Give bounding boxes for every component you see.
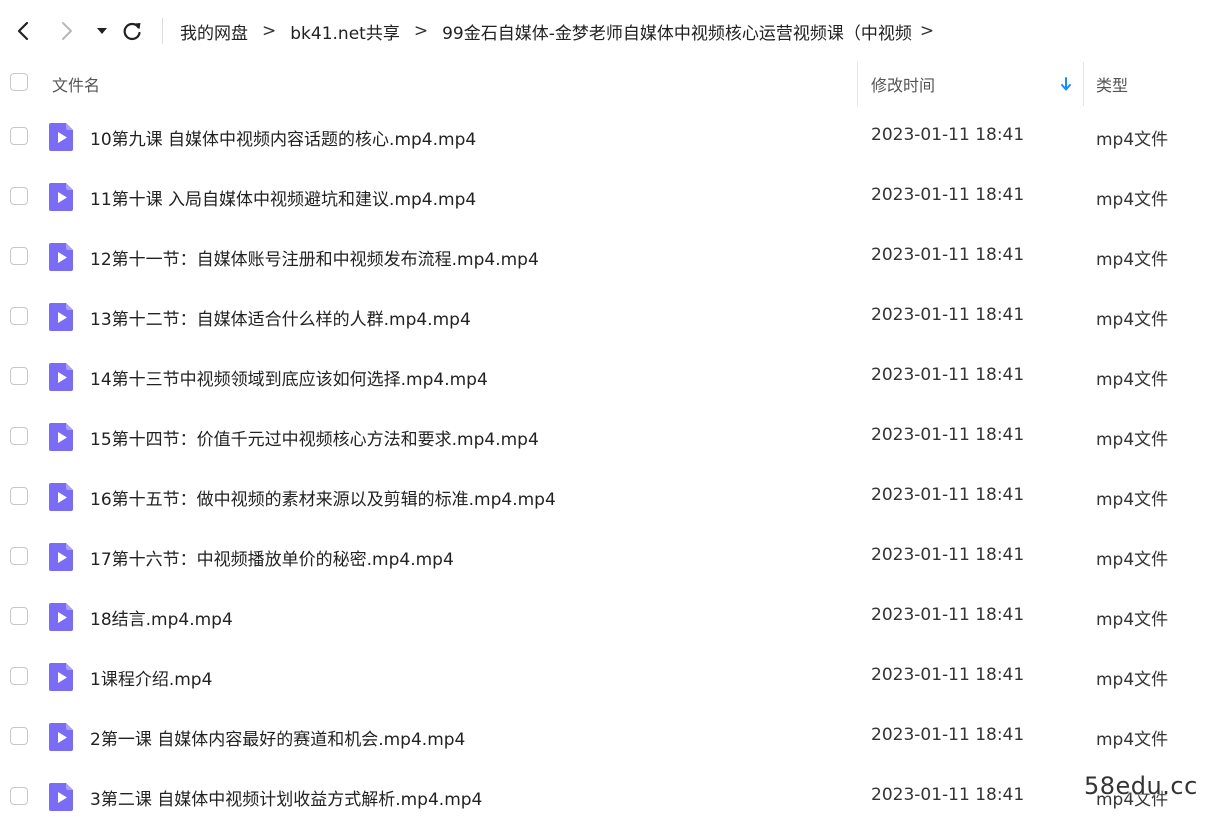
row-checkbox[interactable] [10,487,28,505]
breadcrumb-item-shared[interactable]: bk41.net共享 [290,19,400,44]
file-modified-time: 2023-01-11 18:41 [871,365,1025,385]
file-modified-time: 2023-01-11 18:41 [871,425,1025,445]
file-name[interactable]: 15第十四节：价值千元过中视频核心方法和要求.mp4.mp4 [90,425,539,450]
file-type: mp4文件 [1096,310,1169,330]
file-row[interactable]: 16第十五节：做中视频的素材来源以及剪辑的标准.mp4.mp4 2023-01-… [0,466,1220,526]
breadcrumb: 我的网盘 > bk41.net共享 > 99金石自媒体-金梦老师自媒体中视频核心… [180,18,934,44]
column-divider[interactable] [1083,62,1084,106]
video-file-icon [49,783,73,811]
toolbar-divider [162,18,163,44]
file-row[interactable]: 12第十一节：自媒体账号注册和中视频发布流程.mp4.mp4 2023-01-1… [0,226,1220,286]
row-checkbox[interactable] [10,367,28,385]
file-type: mp4文件 [1096,430,1169,450]
file-type: mp4文件 [1096,610,1169,630]
breadcrumb-separator: > [413,21,429,41]
file-name[interactable]: 16第十五节：做中视频的素材来源以及剪辑的标准.mp4.mp4 [90,485,556,510]
column-header-modified[interactable]: 修改时间 [871,72,935,96]
history-dropdown-button[interactable] [89,18,115,44]
file-type: mp4文件 [1096,250,1169,270]
column-divider[interactable] [857,62,858,106]
file-modified-time: 2023-01-11 18:41 [871,605,1025,625]
file-name[interactable]: 3第二课 自媒体中视频计划收益方式解析.mp4.mp4 [90,785,482,810]
video-file-icon [49,723,73,751]
file-name[interactable]: 12第十一节：自媒体账号注册和中视频发布流程.mp4.mp4 [90,245,539,270]
file-type: mp4文件 [1096,130,1169,150]
file-row[interactable]: 18结言.mp4.mp4 2023-01-11 18:41 mp4文件 [0,586,1220,646]
row-checkbox[interactable] [10,667,28,685]
file-type: mp4文件 [1096,730,1169,750]
file-type: mp4文件 [1096,490,1169,510]
file-modified-time: 2023-01-11 18:41 [871,305,1025,325]
video-file-icon [49,483,73,511]
top-navigation-bar: 我的网盘 > bk41.net共享 > 99金石自媒体-金梦老师自媒体中视频核心… [0,0,1220,62]
column-header-name[interactable]: 文件名 [52,72,100,96]
video-file-icon [49,663,73,691]
file-row[interactable]: 15第十四节：价值千元过中视频核心方法和要求.mp4.mp4 2023-01-1… [0,406,1220,466]
file-type: mp4文件 [1096,550,1169,570]
file-name[interactable]: 17第十六节：中视频播放单价的秘密.mp4.mp4 [90,545,454,570]
row-checkbox[interactable] [10,547,28,565]
file-modified-time: 2023-01-11 18:41 [871,485,1025,505]
back-button[interactable] [10,18,36,44]
file-type: mp4文件 [1096,370,1169,390]
file-modified-time: 2023-01-11 18:41 [871,185,1025,205]
breadcrumb-item-root[interactable]: 我的网盘 [180,19,248,44]
file-type: mp4文件 [1096,670,1169,690]
file-row[interactable]: 2第一课 自媒体内容最好的赛道和机会.mp4.mp4 2023-01-11 18… [0,706,1220,766]
file-name[interactable]: 14第十三节中视频领域到底应该如何选择.mp4.mp4 [90,365,488,390]
file-row[interactable]: 1课程介绍.mp4 2023-01-11 18:41 mp4文件 [0,646,1220,706]
file-type: mp4文件 [1096,190,1169,210]
column-header-type[interactable]: 类型 [1096,72,1128,96]
arrow-down-icon[interactable] [1059,74,1073,94]
file-modified-time: 2023-01-11 18:41 [871,785,1025,805]
video-file-icon [49,123,73,151]
file-modified-time: 2023-01-11 18:41 [871,665,1025,685]
file-row[interactable]: 14第十三节中视频领域到底应该如何选择.mp4.mp4 2023-01-11 1… [0,346,1220,406]
file-modified-time: 2023-01-11 18:41 [871,245,1025,265]
file-name[interactable]: 13第十二节：自媒体适合什么样的人群.mp4.mp4 [90,305,471,330]
file-modified-time: 2023-01-11 18:41 [871,125,1025,145]
forward-button[interactable] [54,18,80,44]
row-checkbox[interactable] [10,607,28,625]
video-file-icon [49,243,73,271]
video-file-icon [49,303,73,331]
file-row[interactable]: 10第九课 自媒体中视频内容话题的核心.mp4.mp4 2023-01-11 1… [0,106,1220,166]
file-name[interactable]: 18结言.mp4.mp4 [90,605,233,630]
refresh-button[interactable] [119,18,145,44]
video-file-icon [49,603,73,631]
file-row[interactable]: 3第二课 自媒体中视频计划收益方式解析.mp4.mp4 2023-01-11 1… [0,766,1220,826]
file-row[interactable]: 11第十课 入局自媒体中视频避坑和建议.mp4.mp4 2023-01-11 1… [0,166,1220,226]
caret-down-icon [97,28,107,34]
video-file-icon [49,183,73,211]
video-file-icon [49,423,73,451]
file-list-header: 文件名 修改时间 类型 [0,62,1220,106]
file-modified-time: 2023-01-11 18:41 [871,545,1025,565]
file-name[interactable]: 11第十课 入局自媒体中视频避坑和建议.mp4.mp4 [90,185,476,210]
file-name[interactable]: 2第一课 自媒体内容最好的赛道和机会.mp4.mp4 [90,725,465,750]
file-list: 10第九课 自媒体中视频内容话题的核心.mp4.mp4 2023-01-11 1… [0,106,1220,826]
video-file-icon [49,363,73,391]
breadcrumb-separator[interactable]: > [920,21,934,41]
row-checkbox[interactable] [10,127,28,145]
row-checkbox[interactable] [10,727,28,745]
row-checkbox[interactable] [10,247,28,265]
file-name[interactable]: 1课程介绍.mp4 [90,665,212,690]
watermark: 58edu.cc [1084,772,1198,800]
row-checkbox[interactable] [10,787,28,805]
row-checkbox[interactable] [10,187,28,205]
breadcrumb-separator: > [262,21,277,41]
row-checkbox[interactable] [10,427,28,445]
file-row[interactable]: 17第十六节：中视频播放单价的秘密.mp4.mp4 2023-01-11 18:… [0,526,1220,586]
row-checkbox[interactable] [10,307,28,325]
file-name[interactable]: 10第九课 自媒体中视频内容话题的核心.mp4.mp4 [90,125,476,150]
video-file-icon [49,543,73,571]
file-row[interactable]: 13第十二节：自媒体适合什么样的人群.mp4.mp4 2023-01-11 18… [0,286,1220,346]
chevron-right-icon [62,22,72,40]
file-modified-time: 2023-01-11 18:41 [871,725,1025,745]
chevron-left-icon [17,21,29,41]
refresh-icon [123,22,141,41]
breadcrumb-item-current[interactable]: 99金石自媒体-金梦老师自媒体中视频核心运营视频课（中视频 [442,19,912,44]
select-all-checkbox[interactable] [10,73,28,91]
